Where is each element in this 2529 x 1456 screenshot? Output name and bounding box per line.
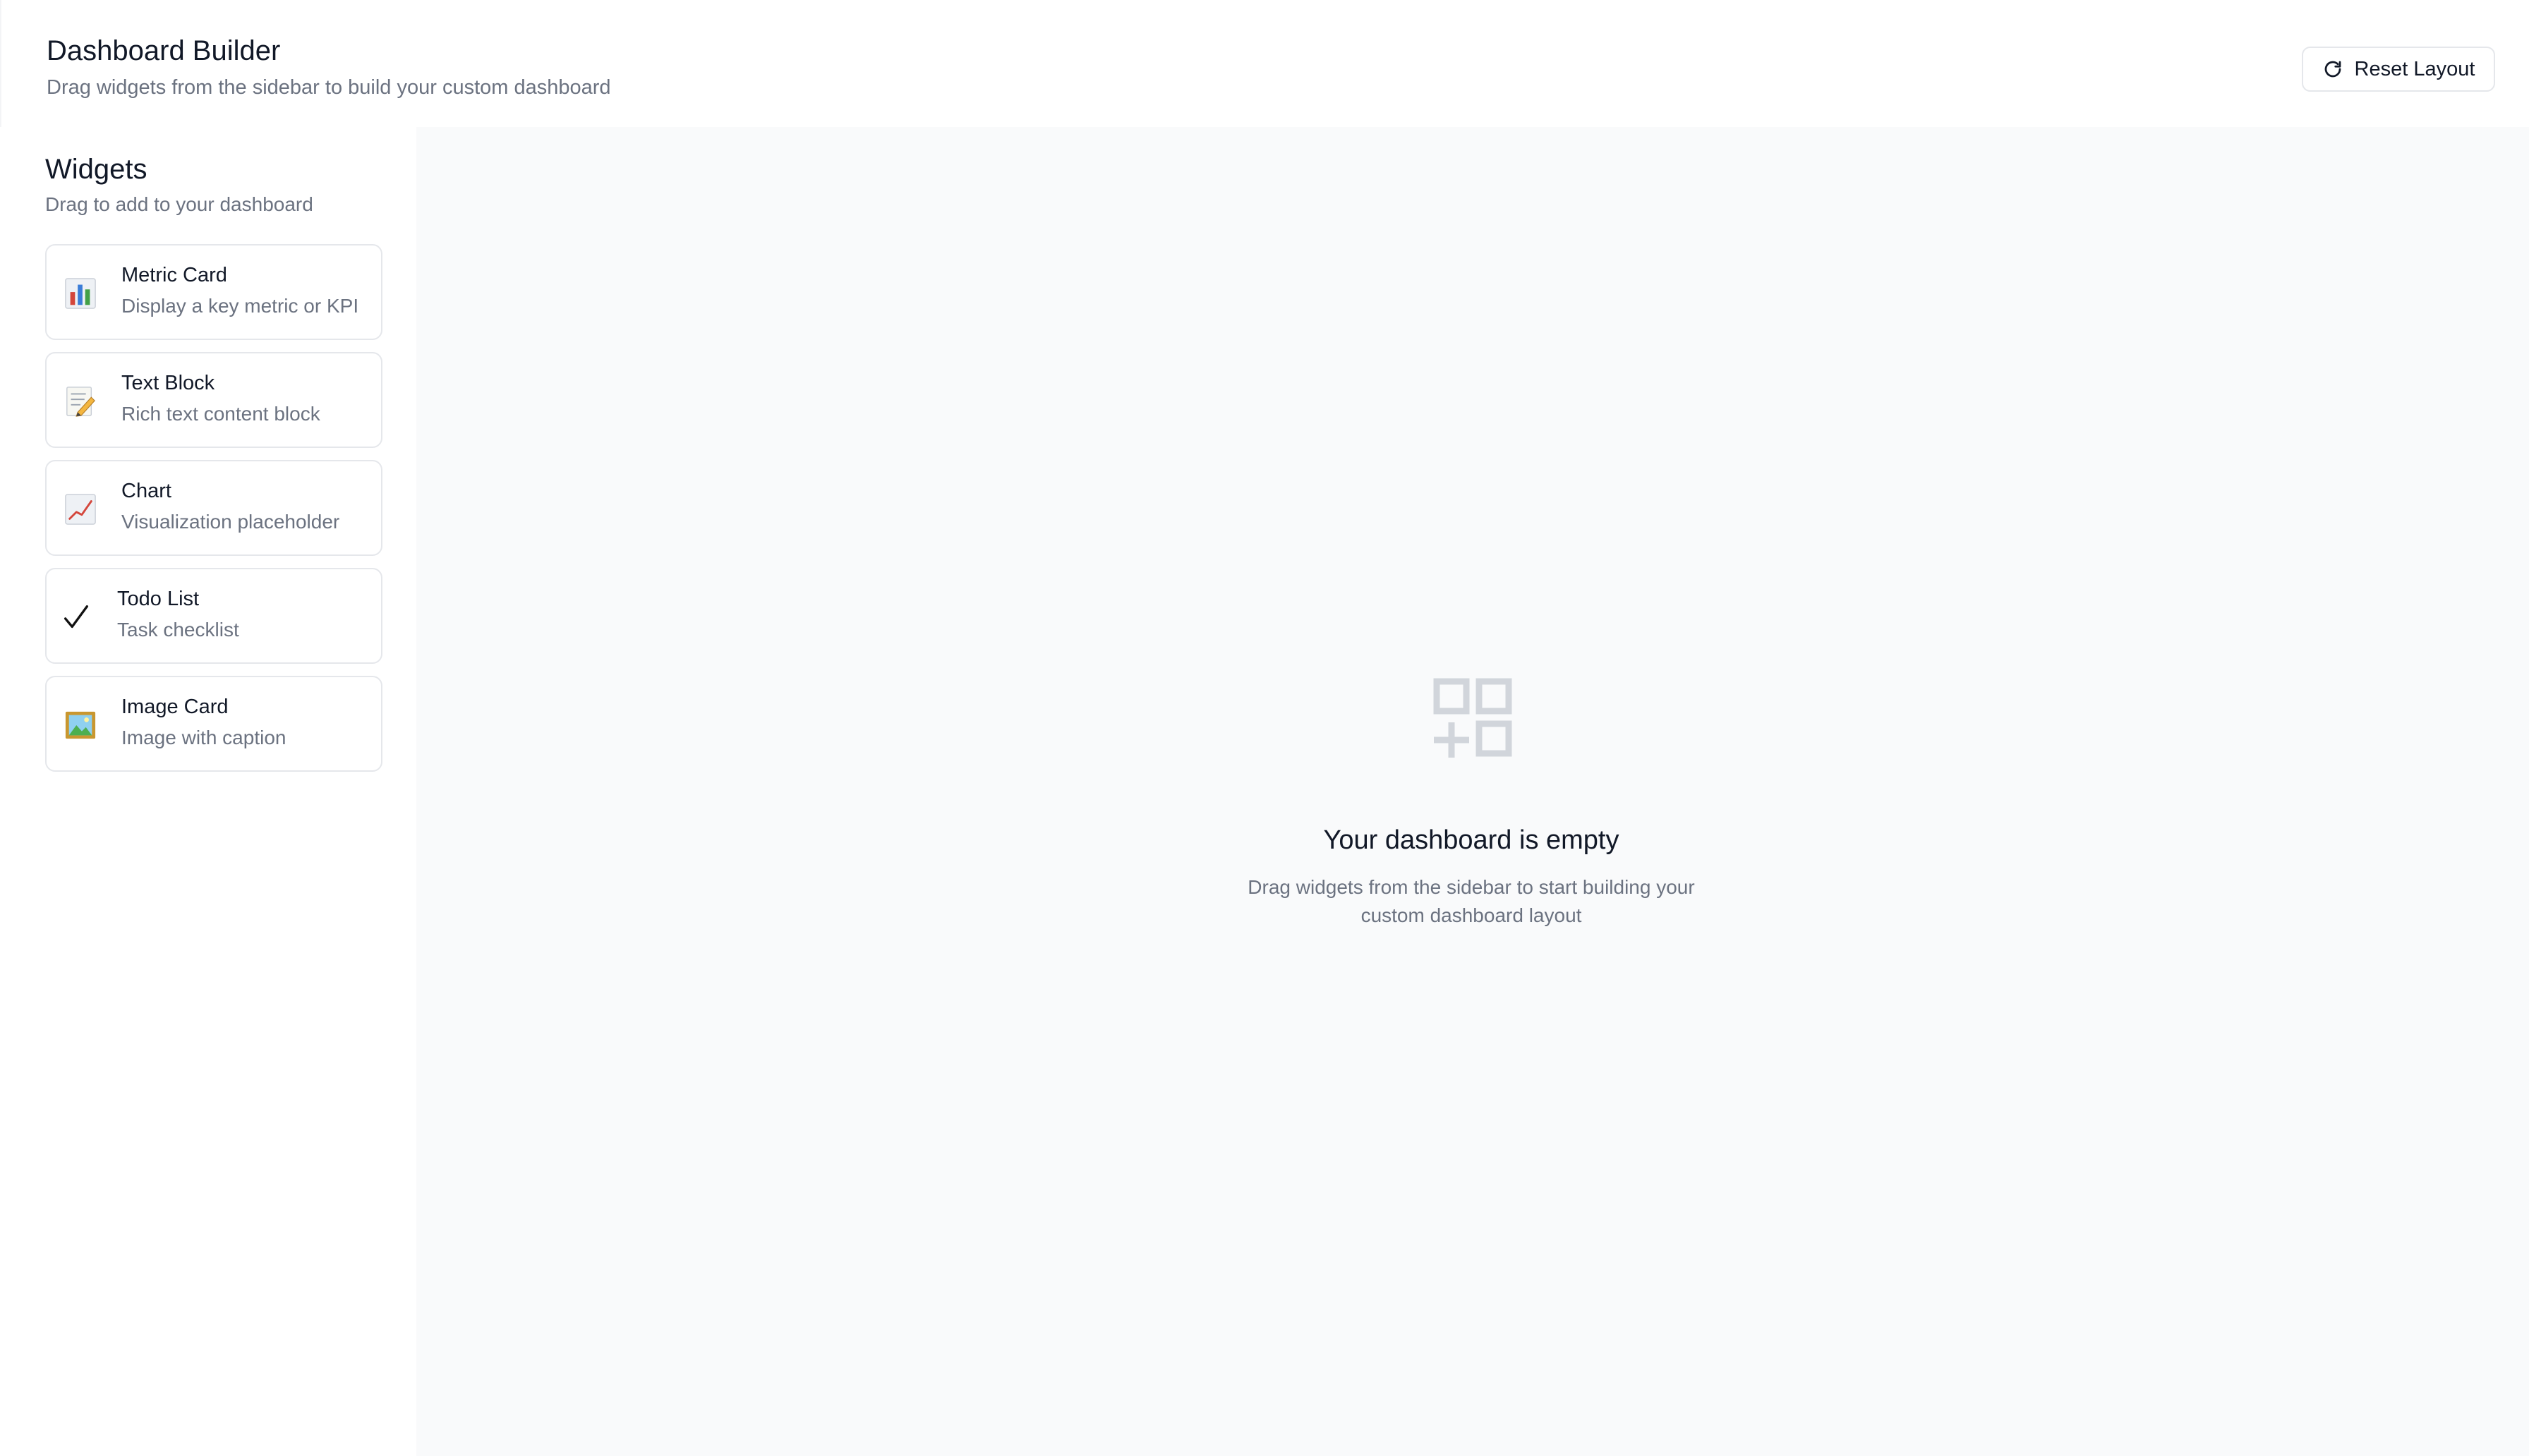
header: Dashboard Builder Drag widgets from the … [0,0,2529,127]
refresh-icon [2322,59,2343,80]
page-title: Dashboard Builder [47,35,281,66]
widget-name: Metric Card [121,264,227,286]
widget-description: Rich text content block [121,403,320,425]
memo-icon [64,384,97,418]
widget-name: Image Card [121,696,229,718]
widget-list: Metric Card Display a key metric or KPI … [45,244,382,784]
app: Dashboard Builder Drag widgets from the … [0,0,2529,1456]
widget-image-card[interactable]: Image Card Image with caption [45,676,382,772]
add-grid-icon [1428,677,1516,765]
dashboard-canvas[interactable]: Your dashboard is empty Drag widgets fro… [416,127,2529,1456]
widget-metric-card[interactable]: Metric Card Display a key metric or KPI [45,244,382,340]
widget-description: Task checklist [117,619,239,641]
empty-state-description: Drag widgets from the sidebar to start b… [1248,876,1695,926]
reset-layout-label: Reset Layout [2354,57,2475,80]
widget-text-block[interactable]: Text Block Rich text content block [45,352,382,448]
widget-description: Visualization placeholder [121,511,340,533]
reset-layout-button[interactable]: Reset Layout [2302,47,2495,92]
widget-sidebar: Widgets Drag to add to your dashboard Me… [0,127,416,1456]
checkmark-icon [59,600,93,634]
bar-chart-icon [64,277,97,310]
framed-picture-icon [64,708,97,742]
page-subtitle: Drag widgets from the sidebar to build y… [47,76,611,99]
sidebar-subtitle: Drag to add to your dashboard [45,193,313,215]
empty-state-title: Your dashboard is empty [1323,825,1619,855]
widget-name: Chart [121,480,171,502]
line-chart-icon [64,492,97,526]
widget-description: Image with caption [121,727,286,748]
widget-name: Text Block [121,372,215,394]
widget-description: Display a key metric or KPI [121,295,359,317]
widget-todo-list[interactable]: Todo List Task checklist [45,568,382,664]
widget-chart[interactable]: Chart Visualization placeholder [45,460,382,556]
sidebar-title: Widgets [45,154,147,185]
widget-name: Todo List [117,588,200,610]
